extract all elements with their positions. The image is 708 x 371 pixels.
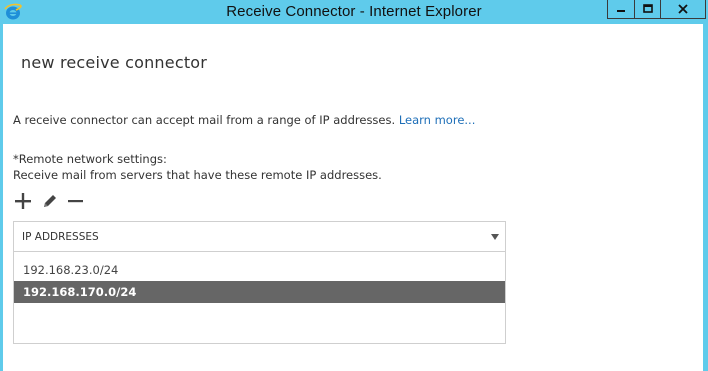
sort-arrow-icon[interactable] (491, 234, 499, 240)
minimize-button[interactable] (607, 0, 635, 19)
list-item-selected[interactable]: 192.168.170.0/24 (14, 281, 505, 303)
title-bar[interactable]: Receive Connector - Internet Explorer (0, 0, 708, 24)
maximize-button[interactable] (634, 0, 661, 19)
page-title: new receive connector (21, 53, 208, 72)
window-title: Receive Connector - Internet Explorer (226, 3, 482, 20)
column-header-label: IP ADDRESSES (22, 231, 99, 243)
column-header-ip-addresses[interactable]: IP ADDRESSES (14, 222, 505, 252)
minimize-icon (617, 10, 625, 12)
close-icon (678, 4, 688, 14)
maximize-icon (642, 4, 653, 13)
remote-network-label: *Remote network settings: (13, 152, 167, 166)
learn-more-link[interactable]: Learn more... (399, 113, 476, 127)
add-icon (15, 193, 31, 209)
edit-button[interactable] (40, 191, 60, 211)
description-text: A receive connector can accept mail from… (13, 113, 475, 127)
dialog-content: new receive connector A receive connecto… (3, 24, 703, 371)
ip-address-list[interactable]: IP ADDRESSES 192.168.23.0/24 192.168.170… (13, 221, 506, 344)
description-label: A receive connector can accept mail from… (13, 113, 396, 127)
remote-network-help: Receive mail from servers that have thes… (13, 168, 382, 182)
list-item[interactable]: 192.168.23.0/24 (14, 259, 505, 281)
remove-button[interactable] (66, 191, 86, 211)
remove-icon (68, 200, 83, 203)
browser-window: Receive Connector - Internet Explorer ne… (0, 0, 708, 371)
close-button[interactable] (660, 0, 706, 19)
edit-icon (44, 195, 56, 207)
add-button[interactable] (13, 191, 33, 211)
